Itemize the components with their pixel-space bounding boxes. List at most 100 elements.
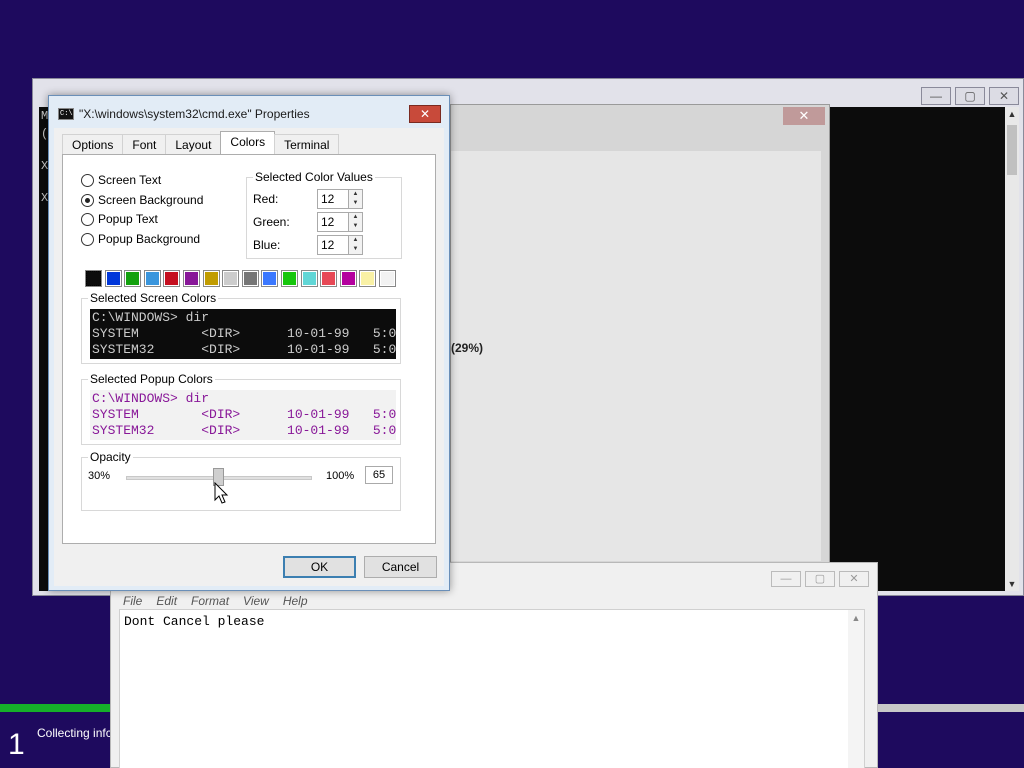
scrollbar-thumb[interactable] [1007, 125, 1017, 175]
color-swatch[interactable] [124, 270, 142, 287]
screen-colors-group: Selected Screen Colors C:\WINDOWS> dir S… [81, 291, 401, 364]
notepad-caption-buttons: — ▢ ✕ [771, 571, 869, 587]
color-swatch[interactable] [359, 270, 377, 287]
radio-popup-background[interactable]: Popup Background [81, 232, 200, 246]
blue-row: Blue: 12 ▲ ▼ [253, 235, 363, 255]
color-values-legend: Selected Color Values [253, 170, 375, 184]
notepad-text: Dont Cancel please [124, 614, 265, 629]
colors-tab-panel: Screen Text Screen Background Popup Text… [62, 154, 436, 544]
menu-view[interactable]: View [243, 594, 269, 608]
stepper-arrows-icon[interactable]: ▲ ▼ [348, 236, 362, 254]
color-swatch[interactable] [104, 270, 122, 287]
color-swatch[interactable] [85, 270, 102, 287]
close-button[interactable]: ✕ [839, 571, 869, 587]
tab-layout[interactable]: Layout [165, 134, 222, 154]
radio-popup-text[interactable]: Popup Text [81, 212, 158, 226]
opacity-max-label: 100% [326, 470, 355, 482]
scroll-down-icon[interactable]: ▼ [1005, 577, 1019, 591]
install-dialog-close-button[interactable]: ✕ [783, 107, 825, 125]
properties-titlebar[interactable]: C:\ "X:\windows\system32\cmd.exe" Proper… [49, 96, 449, 128]
stepper-arrows-icon[interactable]: ▲ ▼ [348, 213, 362, 231]
opacity-legend: Opacity [88, 450, 133, 464]
radio-screen-text[interactable]: Screen Text [81, 173, 161, 187]
color-swatch[interactable] [163, 270, 181, 287]
opacity-group: Opacity 30% 100% 65 [81, 450, 401, 511]
stepper-arrows-icon[interactable]: ▲ ▼ [348, 190, 362, 208]
green-stepper[interactable]: 12 ▲ ▼ [317, 212, 363, 232]
tab-options[interactable]: Options [62, 134, 124, 154]
properties-body: Options Font Layout Colors Terminal Scre… [54, 128, 444, 586]
preview-line: C:\WINDOWS> dir [92, 391, 210, 406]
notepad-text-area[interactable]: Dont Cancel please ▲ [119, 609, 865, 768]
green-label: Green: [253, 215, 290, 229]
green-row: Green: 12 ▲ ▼ [253, 212, 363, 232]
radio-button[interactable] [81, 173, 94, 187]
opacity-min-label: 30% [88, 470, 111, 482]
maximize-button[interactable]: ▢ [805, 571, 835, 587]
red-stepper[interactable]: 12 ▲ ▼ [317, 189, 363, 209]
red-input[interactable]: 12 [318, 190, 348, 208]
close-button[interactable]: ✕ [989, 87, 1019, 105]
maximize-button[interactable]: ▢ [955, 87, 985, 105]
notepad-window: — ▢ ✕ File Edit Format View Help Dont Ca… [110, 562, 878, 768]
menu-help[interactable]: Help [283, 594, 308, 608]
blue-input[interactable]: 12 [318, 236, 348, 254]
scroll-up-icon[interactable]: ▲ [848, 610, 864, 623]
preview-line: C:\WINDOWS> dir [92, 310, 210, 325]
properties-tabs: Options Font Layout Colors Terminal [62, 131, 340, 154]
popup-colors-preview: C:\WINDOWS> dir SYSTEM <DIR> 10-01-99 5:… [90, 390, 396, 440]
color-swatch[interactable] [222, 270, 240, 287]
screen-colors-preview: C:\WINDOWS> dir SYSTEM <DIR> 10-01-99 5:… [90, 309, 396, 359]
radio-button[interactable] [81, 193, 94, 207]
minimize-button[interactable]: — [921, 87, 951, 105]
color-swatch[interactable] [143, 270, 161, 287]
radio-button[interactable] [81, 232, 94, 246]
notepad-menubar: File Edit Format View Help [123, 594, 308, 608]
setup-status-text: Collecting infc [37, 726, 112, 740]
properties-title: "X:\windows\system32\cmd.exe" Properties [79, 107, 310, 121]
radio-label: Screen Text [98, 173, 162, 187]
popup-colors-legend: Selected Popup Colors [88, 372, 215, 386]
radio-button[interactable] [81, 212, 94, 226]
opacity-value[interactable]: 65 [365, 466, 393, 484]
green-input[interactable]: 12 [318, 213, 348, 231]
red-row: Red: 12 ▲ ▼ [253, 189, 363, 209]
radio-screen-background[interactable]: Screen Background [81, 193, 203, 207]
properties-close-button[interactable]: ✕ [409, 105, 441, 123]
color-swatch[interactable] [378, 270, 396, 287]
console-app-icon: C:\ [58, 108, 74, 120]
preview-line: SYSTEM <DIR> 10-01-99 5:00 [92, 407, 396, 422]
color-palette [85, 270, 399, 287]
minimize-button[interactable]: — [771, 571, 801, 587]
menu-edit[interactable]: Edit [156, 594, 177, 608]
color-swatch[interactable] [320, 270, 338, 287]
red-label: Red: [253, 192, 279, 206]
console-scrollbar[interactable]: ▲ ▼ [1005, 107, 1019, 591]
menu-format[interactable]: Format [191, 594, 229, 608]
cancel-button[interactable]: Cancel [364, 556, 437, 578]
tab-terminal[interactable]: Terminal [274, 134, 340, 154]
color-swatch[interactable] [241, 270, 259, 287]
color-swatch[interactable] [182, 270, 200, 287]
install-dialog: ✕ (29%) [450, 104, 830, 566]
blue-stepper[interactable]: 12 ▲ ▼ [317, 235, 363, 255]
color-swatch[interactable] [280, 270, 298, 287]
color-swatch[interactable] [339, 270, 357, 287]
mouse-cursor-icon [214, 482, 229, 504]
properties-dialog: C:\ "X:\windows\system32\cmd.exe" Proper… [48, 95, 450, 591]
tab-colors[interactable]: Colors [220, 131, 276, 154]
install-dialog-body: (29%) [451, 151, 821, 561]
setup-progress-fill [0, 704, 111, 712]
tab-font[interactable]: Font [122, 134, 167, 154]
menu-file[interactable]: File [123, 594, 142, 608]
radio-label: Popup Background [98, 232, 201, 246]
notepad-scrollbar[interactable]: ▲ [848, 610, 864, 768]
color-swatch[interactable] [202, 270, 220, 287]
blue-label: Blue: [253, 238, 281, 252]
color-values-group: Selected Color Values Red: 12 ▲ ▼ Green: … [246, 170, 402, 259]
ok-button[interactable]: OK [283, 556, 356, 578]
color-swatch[interactable] [261, 270, 279, 287]
radio-label: Screen Background [98, 193, 204, 207]
color-swatch[interactable] [300, 270, 318, 287]
scroll-up-icon[interactable]: ▲ [1005, 107, 1019, 121]
